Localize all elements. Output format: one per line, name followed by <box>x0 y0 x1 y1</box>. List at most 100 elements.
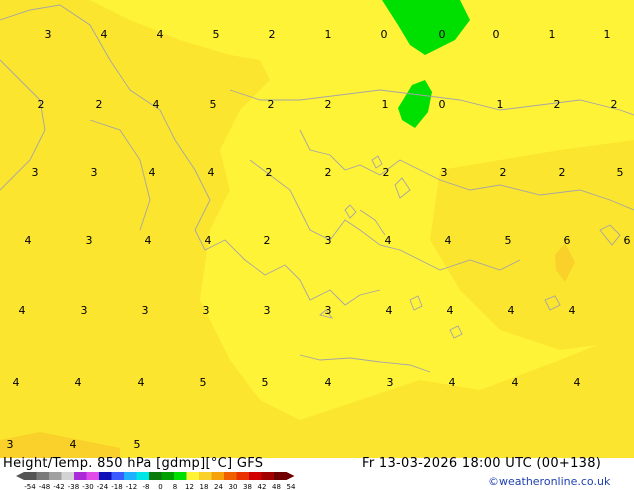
color-scale: -54 -48 -42 -38 -30 -24 -18 -12 -8 0 8 12 18 24 30 38 42… <box>16 472 296 490</box>
scale-swatch <box>211 472 225 480</box>
scale-tick-label: 48 <box>272 483 281 490</box>
temp-label: 1 <box>549 28 556 41</box>
temp-label: 3 <box>441 166 448 179</box>
scale-tick-label: -18 <box>111 483 122 490</box>
scale-tick-label: 38 <box>243 483 252 490</box>
temp-label: 5 <box>617 166 624 179</box>
temp-label: 5 <box>210 98 217 111</box>
scale-tick-label: 12 <box>185 483 194 490</box>
scale-swatch <box>99 472 112 480</box>
temp-label: 4 <box>101 28 108 41</box>
scale-swatch <box>274 472 287 480</box>
scale-tick-label: -48 <box>39 483 50 490</box>
temp-label: 3 <box>325 304 332 317</box>
temp-label: 2 <box>611 98 618 111</box>
scale-tick-label: 30 <box>229 483 238 490</box>
temp-label: 4 <box>13 376 20 389</box>
scale-tick-label: -42 <box>53 483 64 490</box>
temp-label: 3 <box>264 304 271 317</box>
temp-label: 3 <box>387 376 394 389</box>
temp-label: 4 <box>138 376 145 389</box>
temp-label: 2 <box>325 98 332 111</box>
temp-label: 3 <box>142 304 149 317</box>
temp-label: 1 <box>604 28 611 41</box>
temp-label: 6 <box>564 234 571 247</box>
scale-swatch <box>74 472 87 480</box>
scale-swatch <box>149 472 162 480</box>
temp-label: 5 <box>505 234 512 247</box>
temp-label: 5 <box>134 438 141 451</box>
temp-label: 3 <box>32 166 39 179</box>
chart-title: Height/Temp. 850 hPa [gdmp][°C] GFS <box>3 456 264 471</box>
scale-swatch <box>111 472 125 480</box>
temp-label: 0 <box>439 28 446 41</box>
scale-swatch <box>261 472 275 480</box>
temp-label: 4 <box>325 376 332 389</box>
temp-label: 5 <box>262 376 269 389</box>
temp-label: 3 <box>45 28 52 41</box>
scale-swatch <box>249 472 262 480</box>
scale-tick-label: 54 <box>287 483 296 490</box>
temp-label: 1 <box>325 28 332 41</box>
temp-label: 0 <box>439 98 446 111</box>
temp-label: 4 <box>149 166 156 179</box>
temp-label: 2 <box>269 28 276 41</box>
scale-tick-label: 18 <box>200 483 209 490</box>
temp-label: 4 <box>19 304 26 317</box>
scale-tick-label: -8 <box>143 483 150 490</box>
temp-label: 2 <box>500 166 507 179</box>
temp-label: 2 <box>266 166 273 179</box>
map-canvas: 3 4 4 5 2 1 0 0 0 1 1 2 2 4 5 2 2 1 0 1 2 2 3 3 4 4 2 2 2 3 2 2 5 4 3 4 4 2 3 4… <box>0 0 634 458</box>
scale-tick-label: -54 <box>24 483 36 490</box>
scale-swatch <box>136 472 150 480</box>
scale-tick-label: -12 <box>126 483 137 490</box>
temp-label: 4 <box>574 376 581 389</box>
temp-label: 4 <box>25 234 32 247</box>
scale-swatch <box>124 472 137 480</box>
temp-label: 4 <box>153 98 160 111</box>
temp-label: 4 <box>447 304 454 317</box>
scale-tick-label: -30 <box>82 483 93 490</box>
temp-label: 0 <box>381 28 388 41</box>
temp-label: 4 <box>508 304 515 317</box>
temp-label: 2 <box>325 166 332 179</box>
scale-swatch <box>86 472 100 480</box>
temp-label: 1 <box>497 98 504 111</box>
scale-swatch <box>174 472 187 480</box>
temp-label: 3 <box>7 438 14 451</box>
temp-label: 4 <box>145 234 152 247</box>
temp-label: 4 <box>512 376 519 389</box>
scale-tick-label: 24 <box>214 483 223 490</box>
scale-tick-label: -38 <box>68 483 79 490</box>
temp-label: 3 <box>325 234 332 247</box>
scale-tick-label: -24 <box>97 483 109 490</box>
temp-label: 4 <box>70 438 77 451</box>
scale-arrow-right <box>286 472 295 480</box>
temp-label: 2 <box>96 98 103 111</box>
weather-map: 3 4 4 5 2 1 0 0 0 1 1 2 2 4 5 2 2 1 0 1 2 2 3 3 4 4 2 2 2 3 2 2 5 4 3 4 4 2 3 4… <box>0 0 634 458</box>
temp-label: 4 <box>449 376 456 389</box>
scale-swatch <box>161 472 175 480</box>
valid-datetime: Fr 13-03-2026 18:00 UTC (00+138) <box>362 456 602 471</box>
temp-label: 3 <box>86 234 93 247</box>
scale-arrow-left <box>16 472 24 480</box>
scale-swatch <box>186 472 200 480</box>
scale-swatch <box>199 472 212 480</box>
temp-label: 3 <box>81 304 88 317</box>
source-credit[interactable]: ©weatheronline.co.uk <box>488 475 610 488</box>
scale-tick-label: 0 <box>158 483 162 490</box>
temp-label: 4 <box>569 304 576 317</box>
temp-label: 4 <box>386 304 393 317</box>
scale-tick-label: 42 <box>258 483 267 490</box>
temp-label: 1 <box>382 98 389 111</box>
temp-label: 3 <box>203 304 210 317</box>
temp-label: 4 <box>157 28 164 41</box>
temp-label: 2 <box>559 166 566 179</box>
temp-label: 2 <box>268 98 275 111</box>
temp-label: 6 <box>624 234 631 247</box>
scale-swatch <box>24 472 37 480</box>
color-scale-ticks: -54 -48 -42 -38 -30 -24 -18 -12 -8 0 8 12 18 24 30 38 42… <box>24 483 296 490</box>
temp-label: 2 <box>38 98 45 111</box>
temp-label: 4 <box>75 376 82 389</box>
scale-swatch <box>49 472 62 480</box>
